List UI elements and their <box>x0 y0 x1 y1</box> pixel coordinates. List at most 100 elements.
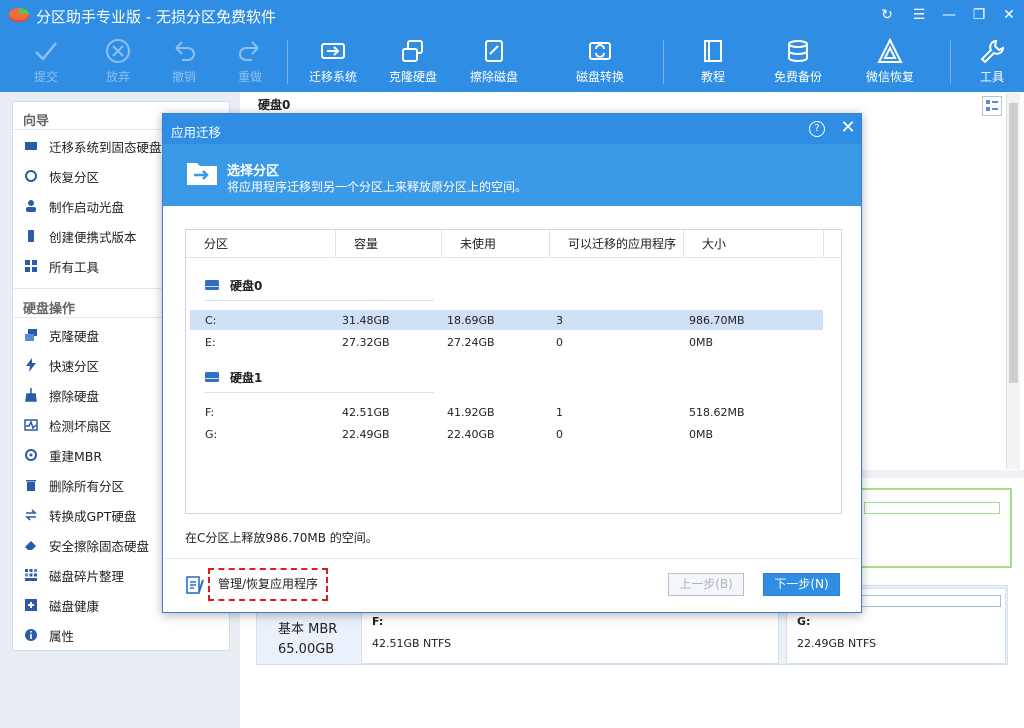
person-icon <box>23 198 39 214</box>
sidebar-item-label: 迁移系统到固态硬盘 <box>49 139 162 155</box>
scrollbar-thumb[interactable] <box>1009 103 1018 383</box>
disk1-info[interactable]: 基本 MBR 65.00GB <box>278 620 337 660</box>
wechat-recovery-icon <box>877 38 903 63</box>
tutorial-button[interactable]: 教程 <box>677 36 749 90</box>
sidebar-item-label: 制作启动光盘 <box>49 199 125 215</box>
cell-unused: 41.92GB <box>447 406 495 419</box>
book-icon <box>704 40 722 62</box>
sidebar-item-label: 转换成GPT硬盘 <box>49 508 137 524</box>
cell-unused: 27.24GB <box>447 336 495 349</box>
cell-partition: C: <box>205 314 217 327</box>
toolbar-separator <box>287 40 288 84</box>
refresh-icon[interactable]: ↻ <box>876 5 898 25</box>
usb-icon <box>23 228 39 244</box>
sidebar-item-label: 检测坏扇区 <box>49 418 112 434</box>
app-title: 分区助手专业版 - 无损分区免费软件 <box>36 8 276 26</box>
table-row[interactable]: G: 22.49GB 22.40GB 0 0MB <box>190 424 823 444</box>
wipe-disk-icon <box>485 40 503 62</box>
disk-group-0: 硬盘0 <box>204 275 262 295</box>
cell-size: 0MB <box>689 428 714 441</box>
clone-disk-icon <box>402 40 423 62</box>
close-icon[interactable]: ✕ <box>998 5 1020 25</box>
partition-name: F: <box>372 615 384 628</box>
migrate-os-icon <box>321 43 345 59</box>
sidebar-item-properties[interactable]: 属性 <box>23 624 228 646</box>
sidebar-item-label: 删除所有分区 <box>49 478 125 494</box>
column-header-migratable-apps[interactable]: 可以迁移的应用程序 <box>550 230 684 258</box>
disk-ops-section-title: 硬盘操作 <box>23 302 76 317</box>
sidebar-item-label: 安全擦除固态硬盘 <box>49 538 150 554</box>
manage-apps-icon <box>186 576 204 594</box>
table-row[interactable]: C: 31.48GB 18.69GB 3 986.70MB <box>190 310 823 330</box>
partition-table: 分区 容量 未使用 可以迁移的应用程序 大小 硬盘0 C: 31.48GB 18… <box>185 229 842 514</box>
disk-group-label: 硬盘1 <box>230 370 263 385</box>
minimize-icon[interactable]: — <box>938 5 960 25</box>
table-row[interactable]: F: 42.51GB 41.92GB 1 518.62MB <box>190 402 823 422</box>
free-space-note: 在C分区上释放986.70MB 的空间。 <box>185 531 378 545</box>
sidebar-item-label: 恢复分区 <box>49 169 100 185</box>
cell-unused: 18.69GB <box>447 314 495 327</box>
migrate-os-button[interactable]: 迁移系统 <box>297 36 369 90</box>
dialog-titlebar[interactable]: 应用迁移 ? ✕ <box>163 114 861 144</box>
app-logo-icon <box>9 8 29 22</box>
pulse-icon <box>23 417 39 433</box>
tools-button[interactable]: 工具 <box>956 36 1024 90</box>
wechat-recovery-button[interactable]: 微信恢复 <box>854 36 926 90</box>
partition-usage-bar <box>864 502 1000 514</box>
redo-button[interactable]: 重做 <box>214 36 286 90</box>
rebuild-icon <box>23 447 39 463</box>
sidebar-item-label: 克隆硬盘 <box>49 328 100 344</box>
disk-group-1: 硬盘1 <box>204 367 262 387</box>
column-header-partition[interactable]: 分区 <box>186 230 336 258</box>
title-bar: 分区助手专业版 - 无损分区免费软件 ↻ ☰ — ❐ ✕ <box>0 0 1024 30</box>
column-header-capacity[interactable]: 容量 <box>336 230 442 258</box>
free-backup-button[interactable]: 免费备份 <box>762 36 834 90</box>
wipe-disk-button[interactable]: 擦除磁盘 <box>458 36 530 90</box>
submit-button[interactable]: 提交 <box>10 36 82 90</box>
info-icon <box>23 627 39 643</box>
defrag-icon <box>23 567 39 583</box>
sidebar-item-label: 擦除硬盘 <box>49 388 100 404</box>
help-icon[interactable]: ? <box>809 121 825 137</box>
disk-group-label: 硬盘0 <box>230 278 263 293</box>
column-header-size[interactable]: 大小 <box>684 230 824 258</box>
table-row[interactable]: E: 27.32GB 27.24GB 0 0MB <box>190 332 823 352</box>
disk1-size: 65.00GB <box>278 642 335 657</box>
sidebar-item-label: 快速分区 <box>49 358 100 374</box>
redo-icon <box>239 41 259 61</box>
view-toggle-icon[interactable] <box>982 96 1002 116</box>
sidebar-item-label: 磁盘碎片整理 <box>49 568 125 584</box>
undo-button[interactable]: 撤销 <box>148 36 220 90</box>
disk-convert-button[interactable]: 磁盘转换 <box>564 36 636 90</box>
clone-disk-button[interactable]: 克隆硬盘 <box>377 36 449 90</box>
cell-capacity: 27.32GB <box>342 336 390 349</box>
app-migration-dialog: 应用迁移 ? ✕ 选择分区 将应用程序迁移到另一个分区上来释放原分区上的空间。 … <box>162 113 862 613</box>
cell-partition: G: <box>205 428 218 441</box>
vertical-scrollbar[interactable] <box>1006 93 1020 469</box>
previous-button[interactable]: 上一步(B) <box>668 573 744 596</box>
clone-icon <box>23 327 39 343</box>
cancel-icon <box>106 39 130 63</box>
backup-icon <box>788 40 808 62</box>
dialog-header: 选择分区 将应用程序迁移到另一个分区上来释放原分区上的空间。 <box>163 144 861 206</box>
recover-icon <box>23 168 39 184</box>
partition-size: 22.49GB NTFS <box>797 637 877 650</box>
dialog-header-title: 选择分区 <box>227 164 280 179</box>
disk1-type: 基本 MBR <box>278 622 338 637</box>
menu-icon[interactable]: ☰ <box>908 5 930 25</box>
sidebar-item-label: 磁盘健康 <box>49 598 100 614</box>
restore-icon[interactable]: ❐ <box>968 5 990 25</box>
disk0-header: 硬盘0 <box>258 98 291 112</box>
manage-restore-apps-link[interactable]: 管理/恢复应用程序 <box>208 568 328 601</box>
toolbar-separator <box>663 40 664 84</box>
dialog-close-icon[interactable]: ✕ <box>839 118 857 138</box>
next-button[interactable]: 下一步(N) <box>763 573 840 596</box>
cell-capacity: 42.51GB <box>342 406 390 419</box>
folder-migrate-icon <box>187 163 217 185</box>
column-header-unused[interactable]: 未使用 <box>442 230 550 258</box>
cell-size: 986.70MB <box>689 314 745 327</box>
cell-size: 0MB <box>689 336 714 349</box>
discard-button[interactable]: 放弃 <box>82 36 154 90</box>
cell-partition: F: <box>205 406 215 419</box>
partition-block[interactable] <box>860 488 1012 568</box>
